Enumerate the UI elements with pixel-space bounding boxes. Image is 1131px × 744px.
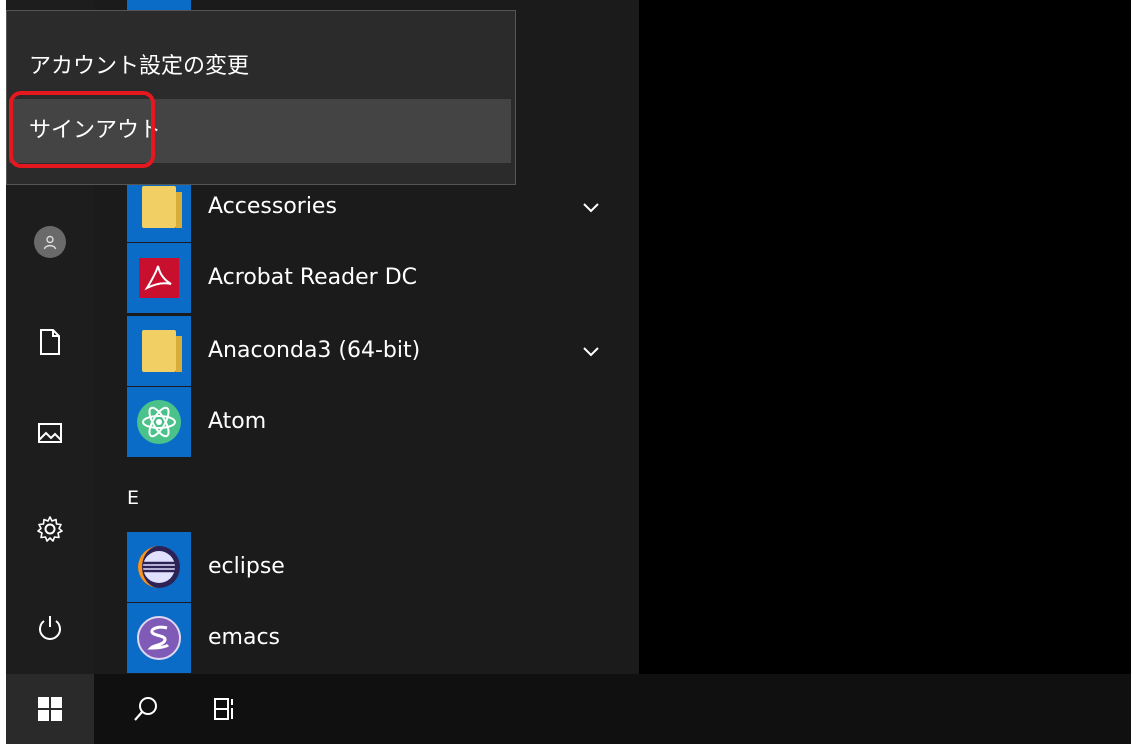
user-icon <box>43 235 57 250</box>
app-item-emacs[interactable]: emacs <box>127 603 617 673</box>
app-label: Acrobat Reader DC <box>208 265 417 290</box>
app-item-acrobat-reader[interactable]: Acrobat Reader DC <box>127 243 617 313</box>
change-account-settings-item[interactable]: アカウント設定の変更 <box>9 35 511 99</box>
section-letter-e[interactable]: E <box>127 487 139 509</box>
power-icon <box>39 616 61 640</box>
start-menu: Accessories Acrobat Reader DC Anaconda3 … <box>6 0 639 674</box>
power-button[interactable] <box>6 598 94 658</box>
chevron-down-icon[interactable] <box>579 339 603 363</box>
settings-gear-icon <box>37 516 63 542</box>
windows-start-icon <box>38 697 62 721</box>
app-label: Atom <box>208 409 267 434</box>
taskbar-search-button[interactable] <box>106 674 186 744</box>
folder-icon <box>142 186 182 228</box>
start-button[interactable] <box>6 674 94 744</box>
search-icon <box>134 697 157 721</box>
app-label: Anaconda3 (64-bit) <box>208 338 421 363</box>
atom-icon <box>137 400 181 444</box>
sign-out-highlight <box>9 91 155 168</box>
app-tile <box>127 316 191 386</box>
app-label: eclipse <box>208 554 285 579</box>
folder-icon <box>142 330 182 372</box>
chevron-down-icon[interactable] <box>579 195 603 219</box>
pictures-button[interactable] <box>6 403 94 463</box>
app-tile <box>127 243 191 313</box>
settings-button[interactable] <box>6 499 94 559</box>
document-icon <box>40 329 60 355</box>
app-item-anaconda[interactable]: Anaconda3 (64-bit) <box>127 316 617 386</box>
emacs-icon <box>137 616 181 660</box>
task-view-icon <box>214 698 233 720</box>
app-tile <box>127 603 191 673</box>
pictures-icon <box>38 423 62 443</box>
desktop-screen: Accessories Acrobat Reader DC Anaconda3 … <box>6 0 1131 744</box>
app-item-atom[interactable]: Atom <box>127 387 617 457</box>
app-item-eclipse[interactable]: eclipse <box>127 532 617 602</box>
taskbar <box>6 674 1131 744</box>
acrobat-icon <box>139 258 179 298</box>
app-label: emacs <box>208 625 281 650</box>
user-avatar <box>34 226 66 258</box>
documents-button[interactable] <box>6 312 94 372</box>
task-view-button[interactable] <box>186 674 266 744</box>
app-tile <box>127 532 191 602</box>
user-account-button[interactable] <box>6 212 94 272</box>
app-tile <box>127 387 191 457</box>
eclipse-icon <box>138 546 180 588</box>
